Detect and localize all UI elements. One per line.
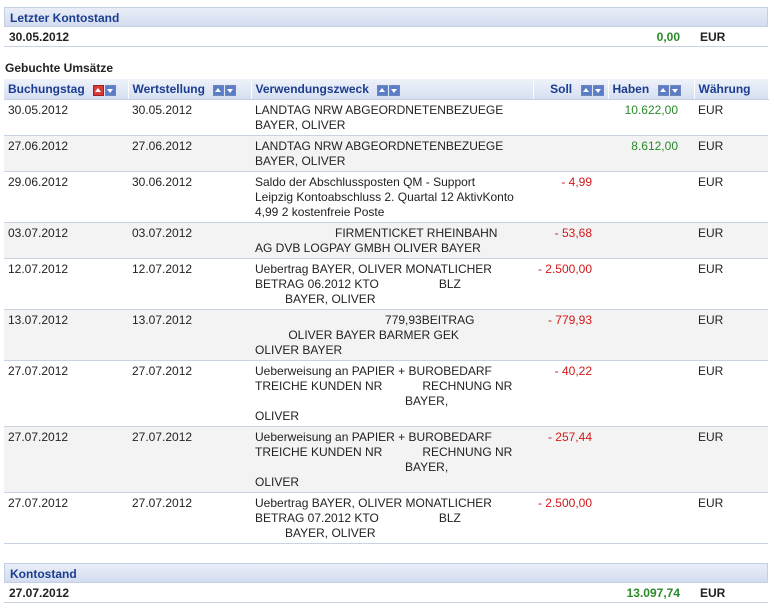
booking-date-cell: 27.07.2012	[4, 360, 128, 427]
last-balance-date: 30.05.2012	[9, 30, 70, 44]
credit-cell	[608, 426, 694, 493]
col-header-debit[interactable]: Soll	[533, 79, 609, 100]
purpose-cell: Uebertrag BAYER, OLIVER MONATLICHER BETR…	[251, 492, 533, 544]
table-row[interactable]: 27.07.2012 27.07.2012 Ueberweisung an PAPI…	[4, 426, 768, 493]
table-row[interactable]: 12.07.2012 12.07.2012 Uebertrag BAYER, OLI…	[4, 258, 768, 310]
currency-cell: EUR	[694, 426, 768, 493]
currency-cell: EUR	[694, 258, 768, 310]
debit-cell: - 53,68	[533, 222, 608, 259]
sort-desc-icon[interactable]	[592, 84, 604, 96]
purpose-cell: Ueberweisung an PAPIER + BUROBEDARF TREI…	[251, 426, 533, 493]
sort-asc-icon[interactable]	[93, 84, 105, 96]
debit-cell	[533, 99, 608, 136]
transactions-table: Buchungstag Wertstellung Verwendungszwec…	[4, 79, 769, 544]
debit-cell: - 40,22	[533, 360, 608, 427]
purpose-cell: LANDTAG NRW ABGEORDNETENBEZUEGE BAYER, O…	[251, 99, 533, 136]
bookings-title: Gebuchte Umsätze	[5, 61, 114, 75]
col-header-currency: Währung	[694, 79, 769, 100]
purpose-cell: 779,93BEITRAG OLIVER BAYER BARMER GEK OL…	[251, 309, 533, 361]
debit-cell: - 779,93	[533, 309, 608, 361]
credit-cell	[608, 360, 694, 427]
purpose-cell: Ueberweisung an PAPIER + BUROBEDARF TREI…	[251, 360, 533, 427]
col-header-value-date[interactable]: Wertstellung	[128, 79, 252, 100]
table-row[interactable]: 29.06.2012 30.06.2012 Saldo der Abschlussp…	[4, 171, 768, 223]
currency-cell: EUR	[694, 222, 768, 259]
table-row[interactable]: 27.07.2012 27.07.2012 Ueberweisung an PAPI…	[4, 360, 768, 427]
sort-desc-icon[interactable]	[389, 84, 401, 96]
purpose-cell: LANDTAG NRW ABGEORDNETENBEZUEGE BAYER, O…	[251, 135, 533, 172]
purpose-cell: FIRMENTICKET RHEINBAHN AG DVB LOGPAY GMB…	[251, 222, 533, 259]
booking-date-cell: 03.07.2012	[4, 222, 128, 259]
booking-date-cell: 30.05.2012	[4, 99, 128, 136]
last-balance-currency: EUR	[700, 30, 726, 44]
last-balance-row: 30.05.2012 0,00 EUR	[4, 28, 768, 47]
debit-cell: - 257,44	[533, 426, 608, 493]
value-date-cell: 12.07.2012	[128, 258, 251, 310]
credit-cell: 10.622,00	[608, 99, 694, 136]
value-date-cell: 27.06.2012	[128, 135, 251, 172]
currency-cell: EUR	[694, 171, 768, 223]
current-balance-row: 27.07.2012 13.097,74 EUR	[4, 584, 768, 603]
table-row[interactable]: 27.06.2012 27.06.2012 LANDTAG NRW ABGEORDN…	[4, 135, 768, 172]
col-header-purpose[interactable]: Verwendungszweck	[251, 79, 534, 100]
last-balance-amount: 0,00	[656, 30, 680, 44]
debit-cell	[533, 135, 608, 172]
credit-cell	[608, 171, 694, 223]
booking-date-cell: 12.07.2012	[4, 258, 128, 310]
debit-cell: - 4,99	[533, 171, 608, 223]
debit-cell: - 2.500,00	[533, 258, 608, 310]
value-date-cell: 27.07.2012	[128, 426, 251, 493]
last-balance-header: Letzter Kontostand	[4, 7, 768, 27]
booking-date-cell: 13.07.2012	[4, 309, 128, 361]
sort-desc-icon[interactable]	[669, 84, 681, 96]
booking-date-cell: 29.06.2012	[4, 171, 128, 223]
currency-cell: EUR	[694, 135, 768, 172]
sort-desc-icon[interactable]	[105, 84, 117, 96]
currency-cell: EUR	[694, 492, 768, 544]
currency-cell: EUR	[694, 360, 768, 427]
col-header-booking-date[interactable]: Buchungstag	[4, 79, 129, 100]
last-balance-title: Letzter Kontostand	[10, 11, 120, 25]
table-row[interactable]: 03.07.2012 03.07.2012 FIRMENTICKET RHEINB…	[4, 222, 768, 259]
table-row[interactable]: 30.05.2012 30.05.2012 LANDTAG NRW ABGEORDN…	[4, 99, 768, 136]
debit-cell: - 2.500,00	[533, 492, 608, 544]
purpose-cell: Uebertrag BAYER, OLIVER MONATLICHER BETR…	[251, 258, 533, 310]
value-date-cell: 27.07.2012	[128, 360, 251, 427]
booking-date-cell: 27.06.2012	[4, 135, 128, 172]
value-date-cell: 30.05.2012	[128, 99, 251, 136]
credit-cell	[608, 492, 694, 544]
sort-desc-icon[interactable]	[225, 84, 237, 96]
sort-asc-icon[interactable]	[213, 84, 225, 96]
current-balance-title: Kontostand	[10, 567, 77, 581]
value-date-cell: 30.06.2012	[128, 171, 251, 223]
table-row[interactable]: 27.07.2012 27.07.2012 Uebertrag BAYER, OLI…	[4, 492, 768, 544]
sort-asc-icon[interactable]	[657, 84, 669, 96]
purpose-cell: Saldo der Abschlussposten QM - Support L…	[251, 171, 533, 223]
booking-date-cell: 27.07.2012	[4, 492, 128, 544]
credit-cell: 8.612,00	[608, 135, 694, 172]
current-balance-amount: 13.097,74	[626, 586, 680, 600]
credit-cell	[608, 309, 694, 361]
current-balance-date: 27.07.2012	[9, 586, 70, 600]
value-date-cell: 27.07.2012	[128, 492, 251, 544]
value-date-cell: 13.07.2012	[128, 309, 251, 361]
credit-cell	[608, 222, 694, 259]
currency-cell: EUR	[694, 99, 768, 136]
table-row[interactable]: 13.07.2012 13.07.2012 779,93BEITRAG OLIVE…	[4, 309, 768, 361]
credit-cell	[608, 258, 694, 310]
value-date-cell: 03.07.2012	[128, 222, 251, 259]
sort-asc-icon[interactable]	[580, 84, 592, 96]
current-balance-currency: EUR	[700, 586, 726, 600]
current-balance-header: Kontostand	[4, 563, 768, 583]
booking-date-cell: 27.07.2012	[4, 426, 128, 493]
col-header-credit[interactable]: Haben	[608, 79, 695, 100]
sort-asc-icon[interactable]	[377, 84, 389, 96]
currency-cell: EUR	[694, 309, 768, 361]
table-header-row: Buchungstag Wertstellung Verwendungszwec…	[4, 79, 769, 100]
